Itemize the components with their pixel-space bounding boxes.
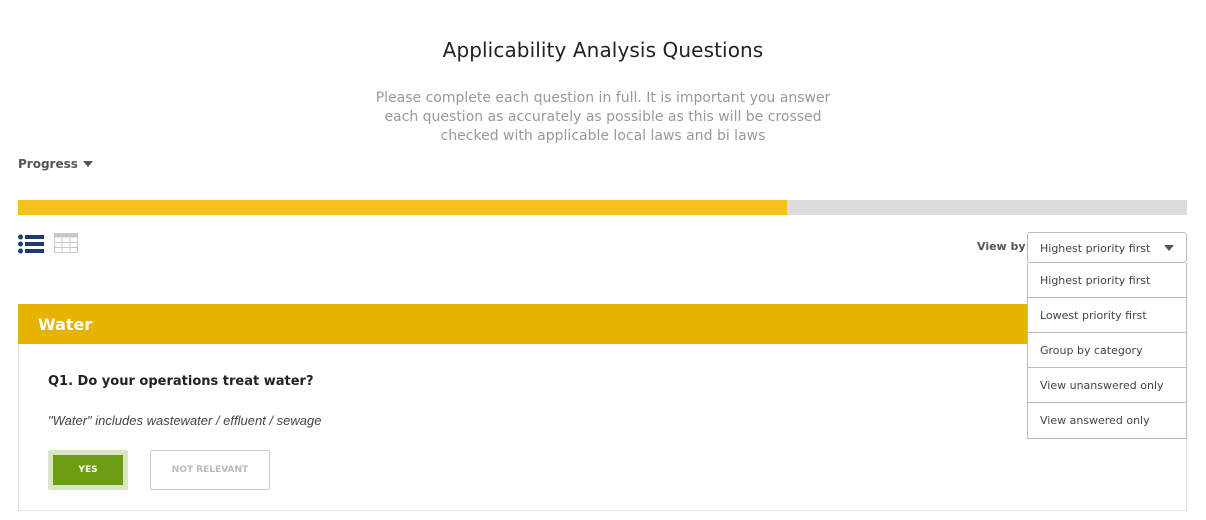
category-title: Water	[38, 315, 93, 334]
view-by-select[interactable]: Highest priority first	[1027, 232, 1187, 263]
view-by-dropdown: Highest priority first Lowest priority f…	[1027, 263, 1187, 439]
question-text: Q1. Do your operations treat water?	[48, 374, 314, 389]
intro-text: Please complete each question in full. I…	[375, 90, 831, 144]
progress-label: Progress	[18, 157, 78, 171]
view-by-option[interactable]: Group by category	[1028, 333, 1186, 368]
chevron-down-icon	[1164, 245, 1174, 251]
view-by-option[interactable]: Lowest priority first	[1028, 298, 1186, 333]
question-note: "Water" includes wastewater / effluent /…	[48, 413, 322, 428]
view-by-option[interactable]: Highest priority first	[1028, 263, 1186, 298]
progress-fill	[18, 200, 788, 215]
view-by-label: View by:	[977, 240, 1030, 253]
page-title: Applicability Analysis Questions	[442, 38, 764, 62]
list-view-icon[interactable]	[18, 233, 44, 260]
yes-button[interactable]: YES	[53, 455, 123, 485]
caret-down-icon	[82, 161, 93, 167]
view-by-selected: Highest priority first	[1040, 242, 1151, 255]
progress-toggle[interactable]: Progress	[18, 157, 93, 171]
view-by-option[interactable]: View answered only	[1028, 403, 1186, 438]
yes-button-highlight: YES	[48, 450, 128, 490]
grid-view-icon[interactable]	[54, 233, 78, 258]
view-by-option[interactable]: View unanswered only	[1028, 368, 1186, 403]
not-relevant-button[interactable]: NOT RELEVANT	[150, 450, 270, 490]
category-header: Water	[18, 304, 1187, 344]
progress-bar	[18, 200, 1187, 215]
